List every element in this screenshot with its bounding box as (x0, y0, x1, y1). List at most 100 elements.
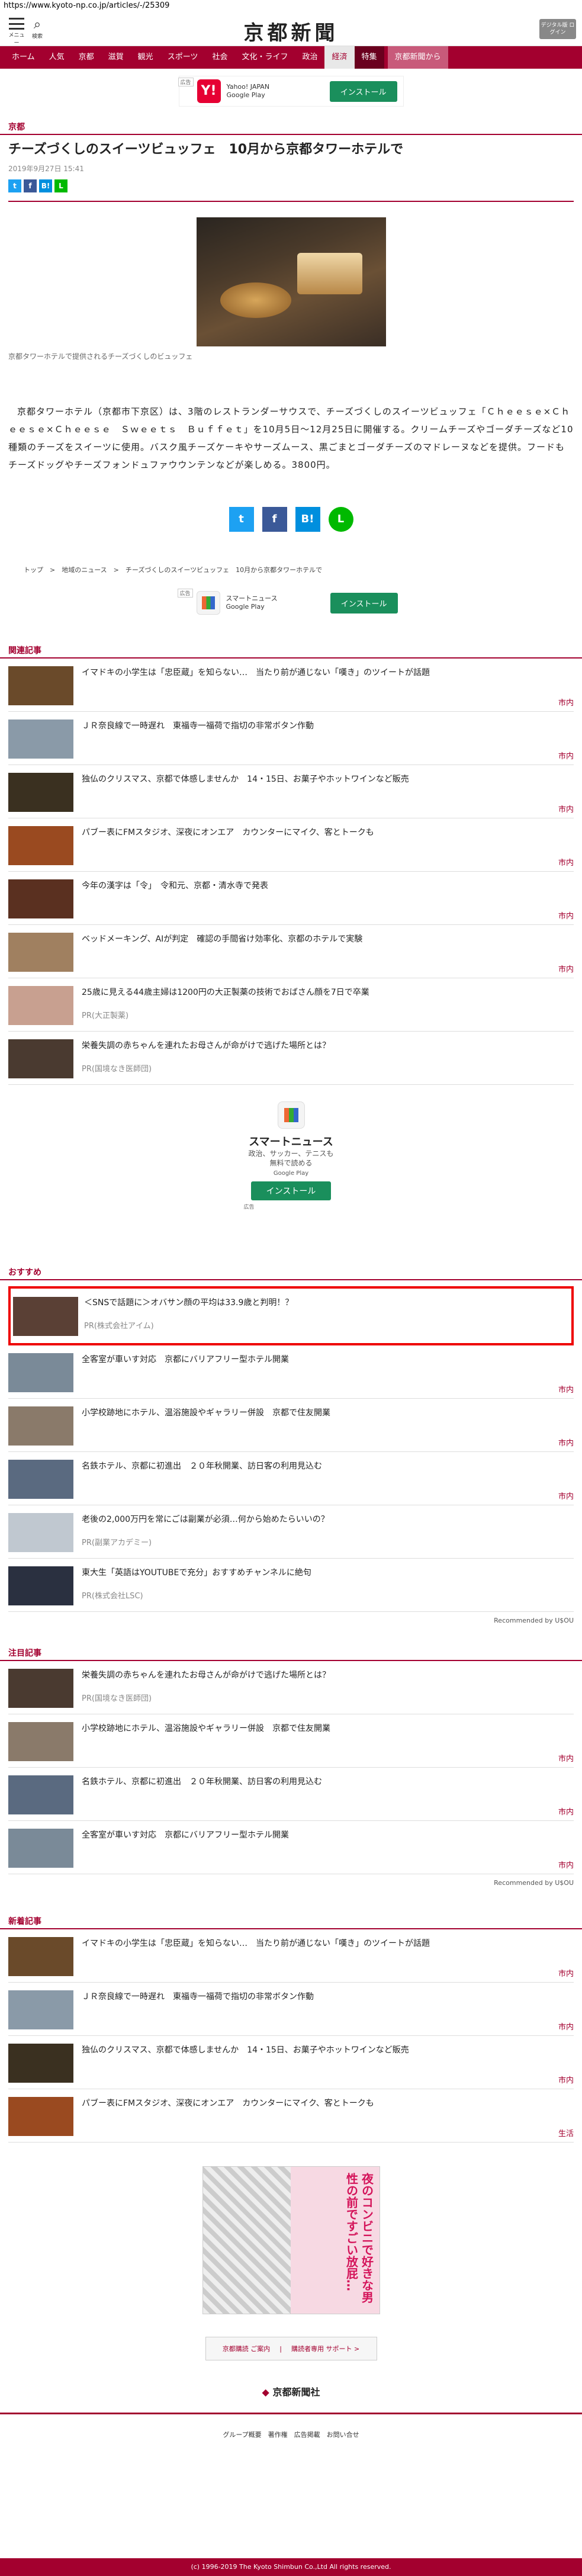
related-heading: 関連記事 (0, 645, 582, 659)
list-item[interactable]: 独仏のクリスマス、京都で体感しませんか 14・15日、お菓子やホットワインなど販… (8, 765, 574, 818)
thumbnail (8, 773, 73, 812)
smartnews-app-icon (196, 591, 220, 615)
ad-app-sub2: 無料で読める (269, 1159, 313, 1167)
section-label[interactable]: 京都 (0, 122, 582, 135)
app-ad-top[interactable]: 広告 Y! Yahoo! JAPAN Google Play インストール (178, 76, 404, 107)
install-button[interactable]: インストール (330, 592, 398, 614)
thumbnail (8, 1460, 73, 1499)
list-item-highlighted[interactable]: ＜SNSで話題に＞オバサン顔の平均は33.9歳と判明！？ PR(株式会社アイム) (8, 1286, 574, 1345)
thumbnail (8, 1937, 73, 1976)
digital-login-button[interactable]: デジタル版 ログイン (539, 19, 576, 39)
address-bar[interactable]: https://www.kyoto-np.co.jp/articles/-/25… (0, 0, 582, 12)
thumbnail (8, 933, 73, 972)
list-item[interactable]: 老後の2,000万円を常にごは副業が必須…何から始めたらいいの？ PR(副業アカデ… (8, 1505, 574, 1559)
twitter-icon[interactable]: t (229, 507, 254, 532)
list-item[interactable]: 東大生「英語はYOUTUBEで充分」おすすめチャンネルに絶句 PR(株式会社LSC… (8, 1559, 574, 1612)
list-item[interactable]: 全客室が車いす対応 京都にバリアフリー型ホテル開業 市内 (8, 1821, 574, 1874)
list-item[interactable]: 栄養失調の赤ちゃんを連れたお母さんが命がけで逃げた場所とは？ PR(国境なき医師団… (8, 1032, 574, 1085)
nav-kyoto[interactable]: 京都 (72, 46, 101, 69)
thumbnail (8, 1513, 73, 1552)
nav-tourism[interactable]: 観光 (131, 46, 160, 69)
list-item[interactable]: 今年の漢字は「令」 令和元、京都・清水寺で発表 市内 (8, 872, 574, 925)
breadcrumb: トップ > 地域のニュース > チーズづくしのスイーツビュッフェ 10月から京都… (24, 566, 323, 574)
company-logo-icon: ◆ (262, 2387, 269, 2398)
recommended-by[interactable]: Recommended by U$OU (0, 1612, 582, 1624)
list-item[interactable]: ベッドメーキング、AIが判定 確認の手間省け効率化、京都のホテルで実験 市内 (8, 925, 574, 978)
thumbnail (8, 666, 73, 705)
share-bar-large: t f B! L (0, 507, 582, 532)
list-item[interactable]: 小学校跡地にホテル、温浴施設やギャラリー併設 京都で住友開業 市内 (8, 1399, 574, 1452)
nav-society[interactable]: 社会 (205, 46, 234, 69)
app-ad-mid[interactable]: 広告 スマートニュース Google Play インストール (177, 587, 404, 618)
list-item[interactable]: 栄養失調の赤ちゃんを連れたお母さんが命がけで逃げた場所とは？ PR(国境なき医師団… (8, 1661, 574, 1714)
ad-app-name: スマートニュース (249, 1136, 333, 1148)
footer-links[interactable]: グループ概要 著作権 広告掲載 お問い合せ (0, 2430, 582, 2439)
facebook-icon[interactable]: f (262, 507, 287, 532)
thumbnail (8, 1353, 73, 1392)
smartnews-ad-block[interactable]: スマートニュース 政治、サッカー、テニスも 無料で読める Google Play… (202, 1101, 380, 1250)
copyright: (c) 1996-2019 The Kyoto Shimbun Co.,Ltd … (0, 2558, 582, 2576)
nav-economy[interactable]: 経済 (324, 46, 355, 69)
manga-ad-banner[interactable]: 夜のコンビニで好きな男性の前ですごい放屁… (202, 2166, 380, 2314)
attention-heading: 注目記事 (0, 1648, 582, 1661)
nav-features[interactable]: 特集 (354, 46, 384, 69)
thumbnail (8, 2044, 73, 2083)
thumbnail (8, 1829, 73, 1868)
list-item[interactable]: イマドキの小学生は「忠臣蔵」を知らない… 当たり前が通じない「嘆き」のツイートが… (8, 1929, 574, 1983)
subscription-buttons: 京都購読 ご案内 | 購読者専用 サポート > (205, 2337, 377, 2360)
footer-divider (0, 2413, 582, 2414)
list-item[interactable]: イマドキの小学生は「忠臣蔵」を知らない… 当たり前が通じない「嘆き」のツイートが… (8, 659, 574, 712)
hatena-icon[interactable]: B! (295, 507, 320, 532)
hatena-icon[interactable]: B! (39, 179, 52, 192)
line-icon[interactable]: L (328, 507, 353, 532)
nav-from-kyoto[interactable]: 京都新聞から (387, 46, 448, 69)
latest-heading: 新着記事 (0, 1916, 582, 1929)
subscribe-guide-link[interactable]: 京都購読 ご案内 (218, 2344, 275, 2353)
site-logo[interactable]: 京都新聞 (0, 17, 582, 46)
install-button[interactable]: インストール (250, 1181, 332, 1200)
nav-culture[interactable]: 文化・ライフ (234, 46, 295, 69)
list-item[interactable]: 独仏のクリスマス、京都で体感しませんか 14・15日、お菓子やホットワインなど販… (8, 2036, 574, 2089)
ad-label: 広告 (177, 589, 193, 598)
thumbnail (8, 986, 73, 1025)
ad-label: 広告 (243, 1205, 255, 1210)
google-play-badge: Google Play (273, 1170, 309, 1177)
manga-illustration (202, 2167, 291, 2314)
nav-popular[interactable]: 人気 (42, 46, 72, 69)
nav-sports[interactable]: スポーツ (160, 46, 205, 69)
line-icon[interactable]: L (54, 179, 67, 192)
recommended-by[interactable]: Recommended by U$OU (0, 1874, 582, 1887)
recommend-heading: おすすめ (0, 1267, 582, 1280)
nav-home[interactable]: ホーム (5, 46, 42, 69)
list-item[interactable]: ＪＲ奈良線で一時遅れ 東福寺一福荷で指切の非常ボタン作動 市内 (8, 1983, 574, 2036)
nav-shiga[interactable]: 滋賀 (101, 46, 131, 69)
thumbnail (8, 1722, 73, 1761)
article-photo (196, 217, 386, 346)
list-item[interactable]: 25歳に見える44歳主婦は1200円の大正製薬の技術でおばさん顔を7日で卒業 PR… (8, 978, 574, 1032)
list-item[interactable]: 名鉄ホテル、京都に初進出 ２０年秋開業、訪日客の利用見込む 市内 (8, 1768, 574, 1821)
attention-list: 栄養失調の赤ちゃんを連れたお母さんが命がけで逃げた場所とは？ PR(国境なき医師団… (0, 1661, 582, 1874)
install-button[interactable]: インストール (329, 81, 397, 102)
list-item[interactable]: 全客室が車いす対応 京都にバリアフリー型ホテル開業 市内 (8, 1345, 574, 1399)
list-item[interactable]: ＪＲ奈良線で一時遅れ 東福寺一福荷で指切の非常ボタン作動 市内 (8, 712, 574, 765)
site-header: メニュー ⌕ 検索 京都新聞 デジタル版 ログイン (0, 12, 582, 46)
latest-list: イマドキの小学生は「忠臣蔵」を知らない… 当たり前が通じない「嘆き」のツイートが… (0, 1929, 582, 2143)
related-list: イマドキの小学生は「忠臣蔵」を知らない… 当たり前が通じない「嘆き」のツイートが… (0, 659, 582, 1085)
list-item[interactable]: 小学校跡地にホテル、温浴施設やギャラリー併設 京都で住友開業 市内 (8, 1714, 574, 1768)
thumbnail (8, 720, 73, 759)
ad-label: 広告 (178, 78, 194, 86)
breadcrumb-local[interactable]: 地域のニュース (62, 566, 107, 574)
thumbnail (13, 1297, 78, 1336)
nav-politics[interactable]: 政治 (295, 46, 324, 69)
thumbnail (8, 1775, 73, 1814)
thumbnail (8, 879, 73, 918)
subscriber-support-link[interactable]: 購読者専用 サポート > (287, 2344, 364, 2353)
breadcrumb-top[interactable]: トップ (24, 566, 43, 574)
list-item[interactable]: パブー表にFMスタジオ、深夜にオンエア カウンターにマイク、客とトークも 市内 (8, 818, 574, 872)
facebook-icon[interactable]: f (24, 179, 37, 192)
footer-logo[interactable]: ◆ 京都新聞社 (0, 2384, 582, 2398)
list-item[interactable]: 名鉄ホテル、京都に初進出 ２０年秋開業、訪日客の利用見込む 市内 (8, 1452, 574, 1505)
main-nav: ホーム 人気 京都 滋賀 観光 スポーツ 社会 文化・ライフ 政治 経済 特集 … (0, 46, 582, 69)
twitter-icon[interactable]: t (8, 179, 21, 192)
list-item[interactable]: パブー表にFMスタジオ、深夜にオンエア カウンターにマイク、客とトークも 生活 (8, 2089, 574, 2143)
